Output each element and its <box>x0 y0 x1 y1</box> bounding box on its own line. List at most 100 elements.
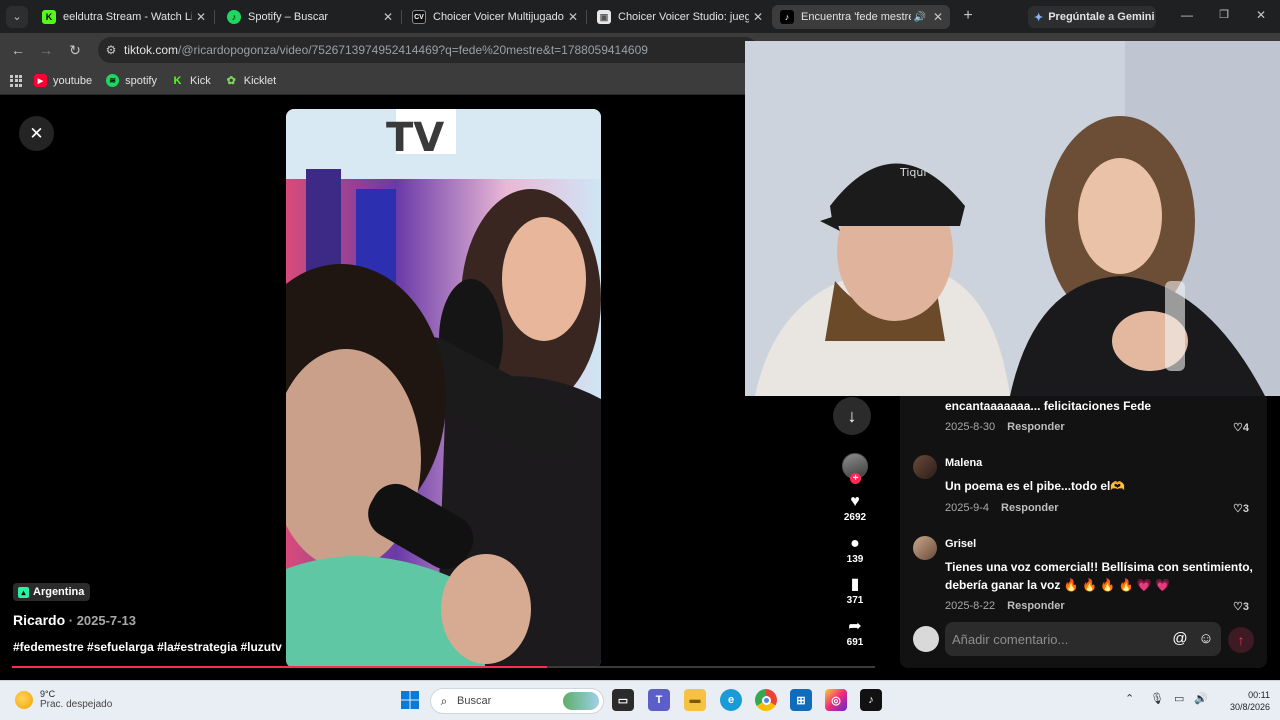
like-button[interactable]: ♥ 2692 <box>835 493 875 523</box>
comment-meta: 2025-9-4 Responder <box>945 502 1059 514</box>
emoji-icon[interactable]: ☺ <box>1195 628 1217 650</box>
address-bar[interactable]: ⚙ tiktok.com /@ricardopogonza/video/7526… <box>98 37 758 63</box>
next-video-button[interactable]: ↓ <box>833 397 871 435</box>
apps-grid-icon[interactable] <box>10 74 22 87</box>
maximize-icon[interactable]: ❐ <box>1215 8 1233 21</box>
save-button[interactable]: ▮ 371 <box>835 576 875 606</box>
search-icon: ⌕ <box>440 693 448 708</box>
comment-like-button[interactable]: ♡3 <box>1233 502 1249 515</box>
close-tab-icon[interactable]: ✕ <box>379 10 397 24</box>
video-author[interactable]: Ricardo · 2025-7-13 <box>13 612 136 628</box>
weather-widget[interactable]: 9°C Prac. despejado <box>15 689 112 710</box>
clock-date: 30/8/2026 <box>1229 702 1270 712</box>
close-tab-icon[interactable]: ✕ <box>929 10 947 24</box>
microphone-icon[interactable]: 🎙 <box>1150 692 1164 705</box>
comment-text: Un poema es el pibe...todo el🫶 <box>945 479 1126 493</box>
spotify-icon: ♪ <box>227 10 241 24</box>
tab-separator <box>401 10 402 24</box>
start-button[interactable] <box>399 689 421 711</box>
edge-icon[interactable]: e <box>720 689 742 711</box>
tray-overflow-icon[interactable]: ⌃ <box>1125 692 1134 705</box>
video-hashtags[interactable]: #fedemestre #sefuelarga #la#estrategia #… <box>13 640 282 654</box>
follow-plus-icon[interactable]: + <box>850 473 861 484</box>
store-icon[interactable]: ⊞ <box>790 689 812 711</box>
reply-button[interactable]: Responder <box>1001 502 1058 514</box>
commenter-name[interactable]: Grisel <box>945 538 976 550</box>
kicklet-icon: ✿ <box>226 75 236 87</box>
webcam-overlay: Tiqui <box>745 41 1280 396</box>
video-progress-bar[interactable] <box>12 666 875 668</box>
commenter-name[interactable]: Malena <box>945 457 982 469</box>
comment-date: 2025-9-4 <box>945 502 990 514</box>
mention-icon[interactable]: @ <box>1169 628 1191 650</box>
comment-like-button[interactable]: ♡3 <box>1233 600 1249 613</box>
minimize-icon[interactable]: — <box>1178 8 1196 22</box>
send-comment-button[interactable]: ↑ <box>1228 627 1254 653</box>
reload-icon[interactable]: ↻ <box>66 41 84 59</box>
tab-tiktok[interactable]: ♪ Encuentra 'fede mestre' en TikTok 🔊 ✕ <box>772 5 950 29</box>
file-explorer-icon[interactable]: ▬ <box>684 689 706 711</box>
tab-choicer-multiplayer[interactable]: CV Choicer Voicer Multijugador: Juego ✕ <box>404 5 582 29</box>
tab-spotify[interactable]: ♪ Spotify – Buscar ✕ <box>219 5 397 29</box>
tab-search-button[interactable]: ⌄ <box>6 6 28 28</box>
forward-icon[interactable]: → <box>37 41 55 59</box>
comment-date: 2025-8-30 <box>945 421 996 433</box>
spotify-icon: ≋ <box>106 74 120 87</box>
close-tab-icon[interactable]: ✕ <box>564 10 582 24</box>
heart-icon: ♥ <box>850 493 860 510</box>
system-clock[interactable]: 00:11 30/8/2026 <box>1218 689 1270 713</box>
comment-like-button[interactable]: ♡4 <box>1233 421 1249 434</box>
webcam-image: Tiqui <box>745 41 1280 396</box>
reply-button[interactable]: Responder <box>1007 421 1064 433</box>
comment-count: 139 <box>846 554 864 565</box>
page-icon: ▣ <box>597 10 611 24</box>
instagram-icon[interactable]: ◎ <box>825 689 847 711</box>
tab-separator <box>586 10 587 24</box>
comment-button[interactable]: ● 139 <box>835 535 875 565</box>
tiktok-icon[interactable]: ♪ <box>860 689 882 711</box>
tab-choicer-studio[interactable]: ▣ Choicer Voicer Studio: juego de voces … <box>589 5 767 29</box>
cv-icon: CV <box>412 10 426 24</box>
comment-meta: 2025-8-22 Responder <box>945 600 1065 612</box>
save-count: 371 <box>846 595 864 606</box>
gemini-button[interactable]: ✦ Pregúntale a Gemini <box>1028 6 1156 28</box>
back-icon[interactable]: ← <box>9 41 27 59</box>
volume-icon[interactable]: 🔊 <box>1194 692 1208 705</box>
svg-text:Tiqui: Tiqui <box>899 166 926 179</box>
close-video-button[interactable]: ✕ <box>19 116 54 151</box>
search-highlight-image <box>563 692 599 710</box>
weather-temp: 9°C <box>40 689 56 699</box>
site-info-icon[interactable]: ⚙ <box>98 43 124 57</box>
close-tab-icon[interactable]: ✕ <box>749 10 767 24</box>
tab-strip: ⌄ K eeldutra Stream - Watch Live on Kick… <box>0 0 1280 33</box>
share-button[interactable]: ➦ 691 <box>835 618 875 648</box>
commenter-avatar[interactable] <box>913 455 937 479</box>
kick-icon: K <box>173 74 182 87</box>
comment-input[interactable]: Añadir comentario... @ ☺ <box>945 622 1221 656</box>
video-progress-fill <box>12 666 548 668</box>
windows-icon <box>401 691 419 709</box>
kick-icon: K <box>42 10 56 24</box>
commenter-avatar[interactable] <box>913 536 937 560</box>
chrome-icon[interactable] <box>755 689 777 711</box>
bookmark-youtube[interactable]: ▶ youtube <box>34 74 92 87</box>
speaker-icon[interactable]: 🔊 <box>911 12 929 23</box>
new-tab-button[interactable]: + <box>958 6 978 26</box>
taskbar-search[interactable]: ⌕ Buscar <box>430 688 604 714</box>
window-close-icon[interactable]: ✕ <box>1252 8 1270 22</box>
weather-icon <box>15 690 33 709</box>
comment-text: Tienes una voz comercial!! Bellísima con… <box>945 560 1253 592</box>
tab-separator <box>214 10 215 24</box>
teams-icon[interactable]: T <box>648 689 670 711</box>
video-player[interactable]: TV <box>286 109 601 668</box>
network-icon[interactable]: ▭ <box>1174 692 1184 705</box>
tab-kick[interactable]: K eeldutra Stream - Watch Live on Kick ✕ <box>34 5 210 29</box>
bookmark-kicklet[interactable]: ✿ Kicklet <box>225 74 277 88</box>
author-name[interactable]: Ricardo <box>13 612 65 628</box>
task-view-icon[interactable]: ▭ <box>612 689 634 711</box>
close-tab-icon[interactable]: ✕ <box>192 10 210 24</box>
reply-button[interactable]: Responder <box>1007 600 1064 612</box>
bookmark-kick[interactable]: K Kick <box>171 74 210 87</box>
bookmark-spotify[interactable]: ≋ spotify <box>106 74 157 87</box>
location-badge[interactable]: ▴ Argentina <box>13 583 91 601</box>
